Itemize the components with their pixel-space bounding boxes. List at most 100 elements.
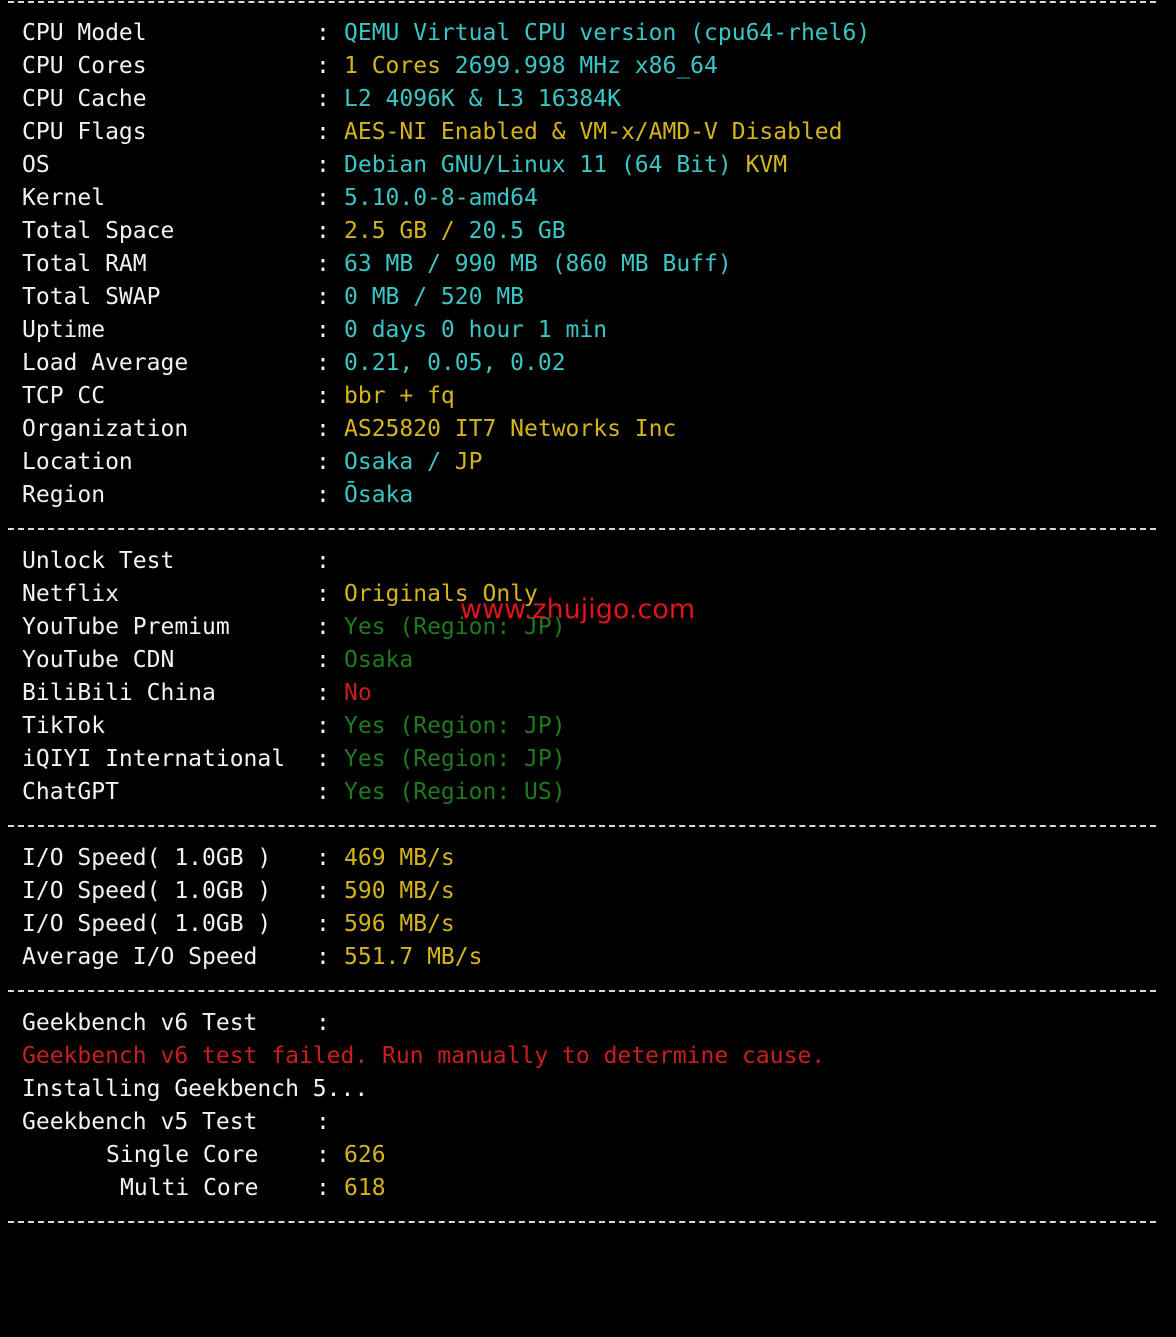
colon: : xyxy=(316,317,330,343)
colon: : xyxy=(316,284,330,310)
geekbench-v6-label: Geekbench v6 Test xyxy=(22,1010,258,1036)
unlock-row-header: Unlock Test : xyxy=(0,545,330,578)
colon: : xyxy=(316,1142,330,1168)
colon: : xyxy=(316,1175,330,1201)
colon: : xyxy=(316,251,330,277)
geekbench-installing-row: Installing Geekbench 5... xyxy=(0,1073,368,1106)
value-segment: Yes (Region: US) xyxy=(344,779,566,805)
value-segment: 0 days 0 hour 1 min xyxy=(344,317,608,343)
separator-line xyxy=(8,825,1156,827)
unlock-value: Yes (Region: US) xyxy=(344,776,566,809)
unlock-row-youtube-premium: YouTube Premium : Yes (Region: JP) xyxy=(0,611,566,644)
colon: : xyxy=(316,581,330,607)
unlock-label: iQIYI International xyxy=(22,746,286,772)
separator-line xyxy=(8,1221,1156,1223)
io-row-average: Average I/O Speed : 551.7 MB/s xyxy=(0,941,482,974)
info-value: 0 days 0 hour 1 min xyxy=(344,314,607,347)
value-segment: KVM xyxy=(745,152,788,178)
colon: : xyxy=(316,53,330,79)
colon: : xyxy=(316,350,330,376)
info-value: 2.5 GB / 20.5 GB xyxy=(344,215,566,248)
value-segment: 2.5 GB / xyxy=(344,218,469,244)
colon: : xyxy=(316,416,330,442)
info-row-cpu-model: CPU Model : QEMU Virtual CPU version (cp… xyxy=(0,17,870,50)
info-label: Load Average xyxy=(22,350,189,376)
info-value: QEMU Virtual CPU version (cpu64-rhel6) xyxy=(344,17,870,50)
unlock-row-netflix: Netflix : Originals Only xyxy=(0,578,538,611)
io-label: I/O Speed( 1.0GB ) xyxy=(22,878,272,904)
value-segment: No xyxy=(344,680,372,706)
value-segment: 596 MB/s xyxy=(344,911,455,937)
colon: : xyxy=(316,944,330,970)
value-segment: bbr + fq xyxy=(344,383,455,409)
io-label: I/O Speed( 1.0GB ) xyxy=(22,911,272,937)
geekbench-v6-error: Geekbench v6 test failed. Run manually t… xyxy=(22,1043,826,1069)
value-segment: 63 MB / 990 MB (860 MB Buff) xyxy=(344,251,732,277)
multi-core-value: 618 xyxy=(344,1175,386,1201)
info-label: TCP CC xyxy=(22,383,106,409)
colon: : xyxy=(316,152,330,178)
value-segment: Osaka xyxy=(344,647,414,673)
unlock-label: TikTok xyxy=(22,713,106,739)
info-row-os: OS : Debian GNU/Linux 11 (64 Bit) KVM xyxy=(0,149,787,182)
unlock-label: ChatGPT xyxy=(22,779,119,805)
value-segment: 5.10.0-8-amd64 xyxy=(344,185,538,211)
value-segment: 2699.998 MHz x86_64 xyxy=(454,53,718,79)
info-label: OS xyxy=(22,152,50,178)
unlock-row-tiktok: TikTok : Yes (Region: JP) xyxy=(0,710,566,743)
io-row-1: I/O Speed( 1.0GB ) : 469 MB/s xyxy=(0,842,455,875)
geekbench-v5-label: Geekbench v5 Test xyxy=(22,1109,258,1135)
unlock-row-iqiyi: iQIYI International : Yes (Region: JP) xyxy=(0,743,566,776)
geekbench-v5-row: Geekbench v5 Test : xyxy=(0,1106,330,1139)
colon: : xyxy=(316,746,330,772)
info-row-tcp-cc: TCP CC : bbr + fq xyxy=(0,380,455,413)
info-row-total-space: Total Space : 2.5 GB / 20.5 GB xyxy=(0,215,566,248)
unlock-value: Osaka xyxy=(344,644,413,677)
info-row-total-ram: Total RAM : 63 MB / 990 MB (860 MB Buff) xyxy=(0,248,732,281)
value-segment: 0 MB / 520 MB xyxy=(344,284,525,310)
info-row-uptime: Uptime : 0 days 0 hour 1 min xyxy=(0,314,607,347)
unlock-row-chatgpt: ChatGPT : Yes (Region: US) xyxy=(0,776,566,809)
geekbench-single-core-row: Single Core : 626 xyxy=(0,1139,386,1172)
colon: : xyxy=(316,680,330,706)
geekbench-multi-core-row: Multi Core : 618 xyxy=(0,1172,386,1205)
colon: : xyxy=(316,1109,330,1135)
single-core-value: 626 xyxy=(344,1142,386,1168)
geekbench-v6-row: Geekbench v6 Test : xyxy=(0,1007,330,1040)
colon: : xyxy=(316,218,330,244)
info-row-cpu-cache: CPU Cache : L2 4096K & L3 16384K xyxy=(0,83,621,116)
info-value: 5.10.0-8-amd64 xyxy=(344,182,538,215)
value-segment: Yes (Region: JP) xyxy=(344,746,566,772)
info-label: Total SWAP xyxy=(22,284,161,310)
colon: : xyxy=(316,779,330,805)
info-row-kernel: Kernel : 5.10.0-8-amd64 xyxy=(0,182,538,215)
colon: : xyxy=(316,86,330,112)
terminal-output[interactable]: CPU Model : QEMU Virtual CPU version (cp… xyxy=(0,0,1176,1225)
colon: : xyxy=(316,548,330,574)
info-value: Ōsaka xyxy=(344,479,413,512)
info-label: CPU Flags xyxy=(22,119,147,145)
info-row-total-swap: Total SWAP : 0 MB / 520 MB xyxy=(0,281,524,314)
info-value: 0.21, 0.05, 0.02 xyxy=(344,347,566,380)
value-segment: 551.7 MB/s xyxy=(344,944,483,970)
value-segment: AS25820 IT7 Networks Inc xyxy=(344,416,677,442)
io-row-2: I/O Speed( 1.0GB ) : 590 MB/s xyxy=(0,875,455,908)
info-value: Osaka / JP xyxy=(344,446,482,479)
info-value: 0 MB / 520 MB xyxy=(344,281,524,314)
io-label: I/O Speed( 1.0GB ) xyxy=(22,845,272,871)
colon: : xyxy=(316,845,330,871)
unlock-label: Unlock Test xyxy=(22,548,175,574)
info-label: CPU Model xyxy=(22,20,147,46)
info-label: Location xyxy=(22,449,133,475)
io-label: Average I/O Speed xyxy=(22,944,258,970)
value-segment: 1 Cores xyxy=(344,53,455,79)
colon: : xyxy=(316,713,330,739)
colon: : xyxy=(316,1010,330,1036)
value-segment: Ōsaka xyxy=(344,482,414,508)
info-label: CPU Cores xyxy=(22,53,147,79)
colon: : xyxy=(316,614,330,640)
io-value: 596 MB/s xyxy=(344,908,455,941)
separator-line xyxy=(8,1,1156,3)
unlock-label: YouTube CDN xyxy=(22,647,175,673)
multi-core-label: Multi Core xyxy=(120,1175,259,1201)
